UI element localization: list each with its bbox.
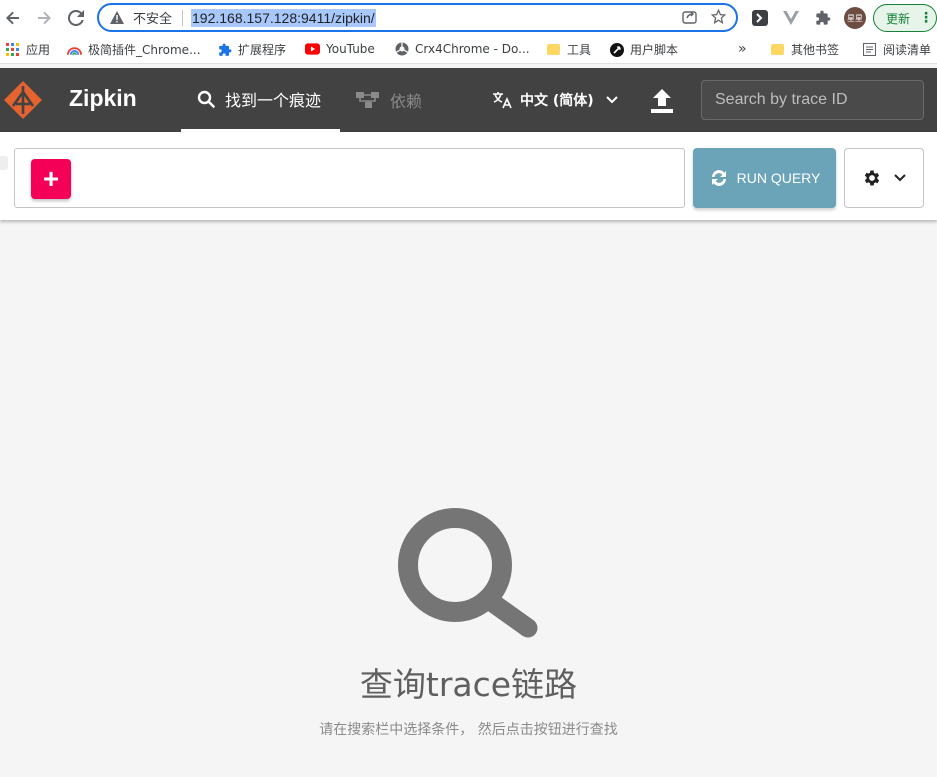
upload-icon[interactable] xyxy=(650,88,674,114)
chevron-down-icon xyxy=(605,96,618,104)
rainbow-icon xyxy=(67,42,82,57)
address-bar[interactable]: 不安全 192.168.157.128:9411/zipkin/ xyxy=(97,3,738,32)
refresh-icon xyxy=(711,170,726,186)
warning-icon xyxy=(109,10,125,26)
arrow-right-icon xyxy=(38,11,51,25)
forward-button[interactable] xyxy=(32,6,56,30)
bookmark-label: 工具 xyxy=(567,43,592,57)
update-button[interactable]: 更新 ⋮ xyxy=(873,4,937,32)
gear-icon xyxy=(864,170,880,186)
empty-state-title: 查询trace链路 xyxy=(359,665,578,704)
chevron-down-icon xyxy=(894,174,906,182)
puzzle-icon xyxy=(217,42,232,57)
drawer-handle[interactable] xyxy=(0,156,8,170)
reading-list-icon xyxy=(862,42,877,57)
dependency-icon xyxy=(356,92,379,108)
extension-vue-icon[interactable] xyxy=(781,8,801,28)
extensions-puzzle-icon[interactable] xyxy=(813,8,833,28)
app-header: Zipkin 找到一个痕迹 依赖 中文 (简体) xyxy=(0,68,937,132)
youtube-icon xyxy=(305,41,320,56)
star-icon[interactable] xyxy=(710,8,727,28)
bookmark-label: YouTube xyxy=(326,41,375,56)
bookmark-jijian[interactable]: 极简插件_Chrome... xyxy=(67,41,201,58)
menu-dots-icon: ⋮ xyxy=(919,10,934,26)
settings-button[interactable] xyxy=(844,148,924,208)
more-bookmarks-button[interactable]: » xyxy=(738,41,747,57)
update-label: 更新 xyxy=(886,11,911,26)
query-bar: + RUN QUERY xyxy=(0,132,937,220)
zipkin-logo-icon[interactable] xyxy=(0,80,46,120)
bookmark-youtube[interactable]: YouTube xyxy=(305,41,375,56)
empty-state-description: 请在搜索栏中选择条件， 然后点击按钮进行查找 xyxy=(319,722,618,738)
tab-dependencies[interactable]: 依赖 xyxy=(356,68,422,132)
bookmark-userscripts[interactable]: 用户脚本 xyxy=(609,41,678,58)
bookmark-label: Crx4Chrome - Do... xyxy=(415,41,530,56)
bookmark-label: 其他书签 xyxy=(791,43,840,57)
search-icon xyxy=(197,90,215,108)
bookmark-label: 阅读清单 xyxy=(883,43,932,57)
translate-icon xyxy=(493,92,512,109)
bookmark-apps[interactable]: 应用 xyxy=(5,41,50,58)
bookmark-label: 扩展程序 xyxy=(238,43,287,57)
reload-button[interactable] xyxy=(64,6,88,30)
crx-icon xyxy=(394,41,409,56)
divider xyxy=(182,9,184,26)
bookmark-tools-folder[interactable]: 工具 xyxy=(546,41,591,58)
bookmark-reading-list[interactable]: 阅读清单 xyxy=(862,41,931,58)
bookmark-label: 极简插件_Chrome... xyxy=(88,43,201,57)
back-button[interactable] xyxy=(1,6,25,30)
magnifier-illustration-icon xyxy=(398,508,538,638)
bookmark-label: 用户脚本 xyxy=(630,43,679,57)
trace-id-search-input[interactable] xyxy=(701,80,924,120)
bookmark-other-folder[interactable]: 其他书签 xyxy=(770,41,839,58)
language-selector[interactable]: 中文 (简体) xyxy=(492,68,618,132)
run-query-label: RUN QUERY xyxy=(736,170,821,186)
url-text[interactable]: 192.168.157.128:9411/zipkin/ xyxy=(191,8,376,27)
chevron-double-right-icon: » xyxy=(738,41,747,57)
arrow-left-icon xyxy=(6,11,19,25)
app-title[interactable]: Zipkin xyxy=(69,85,137,112)
bookmark-label: 应用 xyxy=(26,43,51,57)
script-icon xyxy=(609,42,624,57)
profile-avatar[interactable]: 星星 xyxy=(844,7,866,29)
folder-icon xyxy=(546,42,561,57)
add-criteria-button[interactable]: + xyxy=(31,159,71,199)
apps-grid-icon xyxy=(5,42,20,57)
language-label: 中文 (简体) xyxy=(520,93,594,109)
reload-icon xyxy=(68,10,84,26)
extension-devtools-icon[interactable] xyxy=(750,8,770,28)
tab-label: 依赖 xyxy=(390,92,423,111)
bookmarks-bar: 应用 极简插件_Chrome... 扩展程序 YouTube Crx4Chrom… xyxy=(0,36,937,64)
bookmark-crx4chrome[interactable]: Crx4Chrome - Do... xyxy=(394,41,530,56)
security-label[interactable]: 不安全 xyxy=(133,8,172,27)
tab-label: 找到一个痕迹 xyxy=(225,90,322,110)
browser-toolbar: 不安全 192.168.157.128:9411/zipkin/ 星星 更新 ⋮ xyxy=(0,0,937,36)
run-query-button[interactable]: RUN QUERY xyxy=(693,148,836,208)
search-criteria-box[interactable]: + xyxy=(14,148,685,208)
bookmark-extensions[interactable]: 扩展程序 xyxy=(217,41,286,58)
share-icon[interactable] xyxy=(682,9,697,28)
folder-icon xyxy=(770,42,785,57)
tab-find-trace[interactable]: 找到一个痕迹 xyxy=(181,68,340,132)
